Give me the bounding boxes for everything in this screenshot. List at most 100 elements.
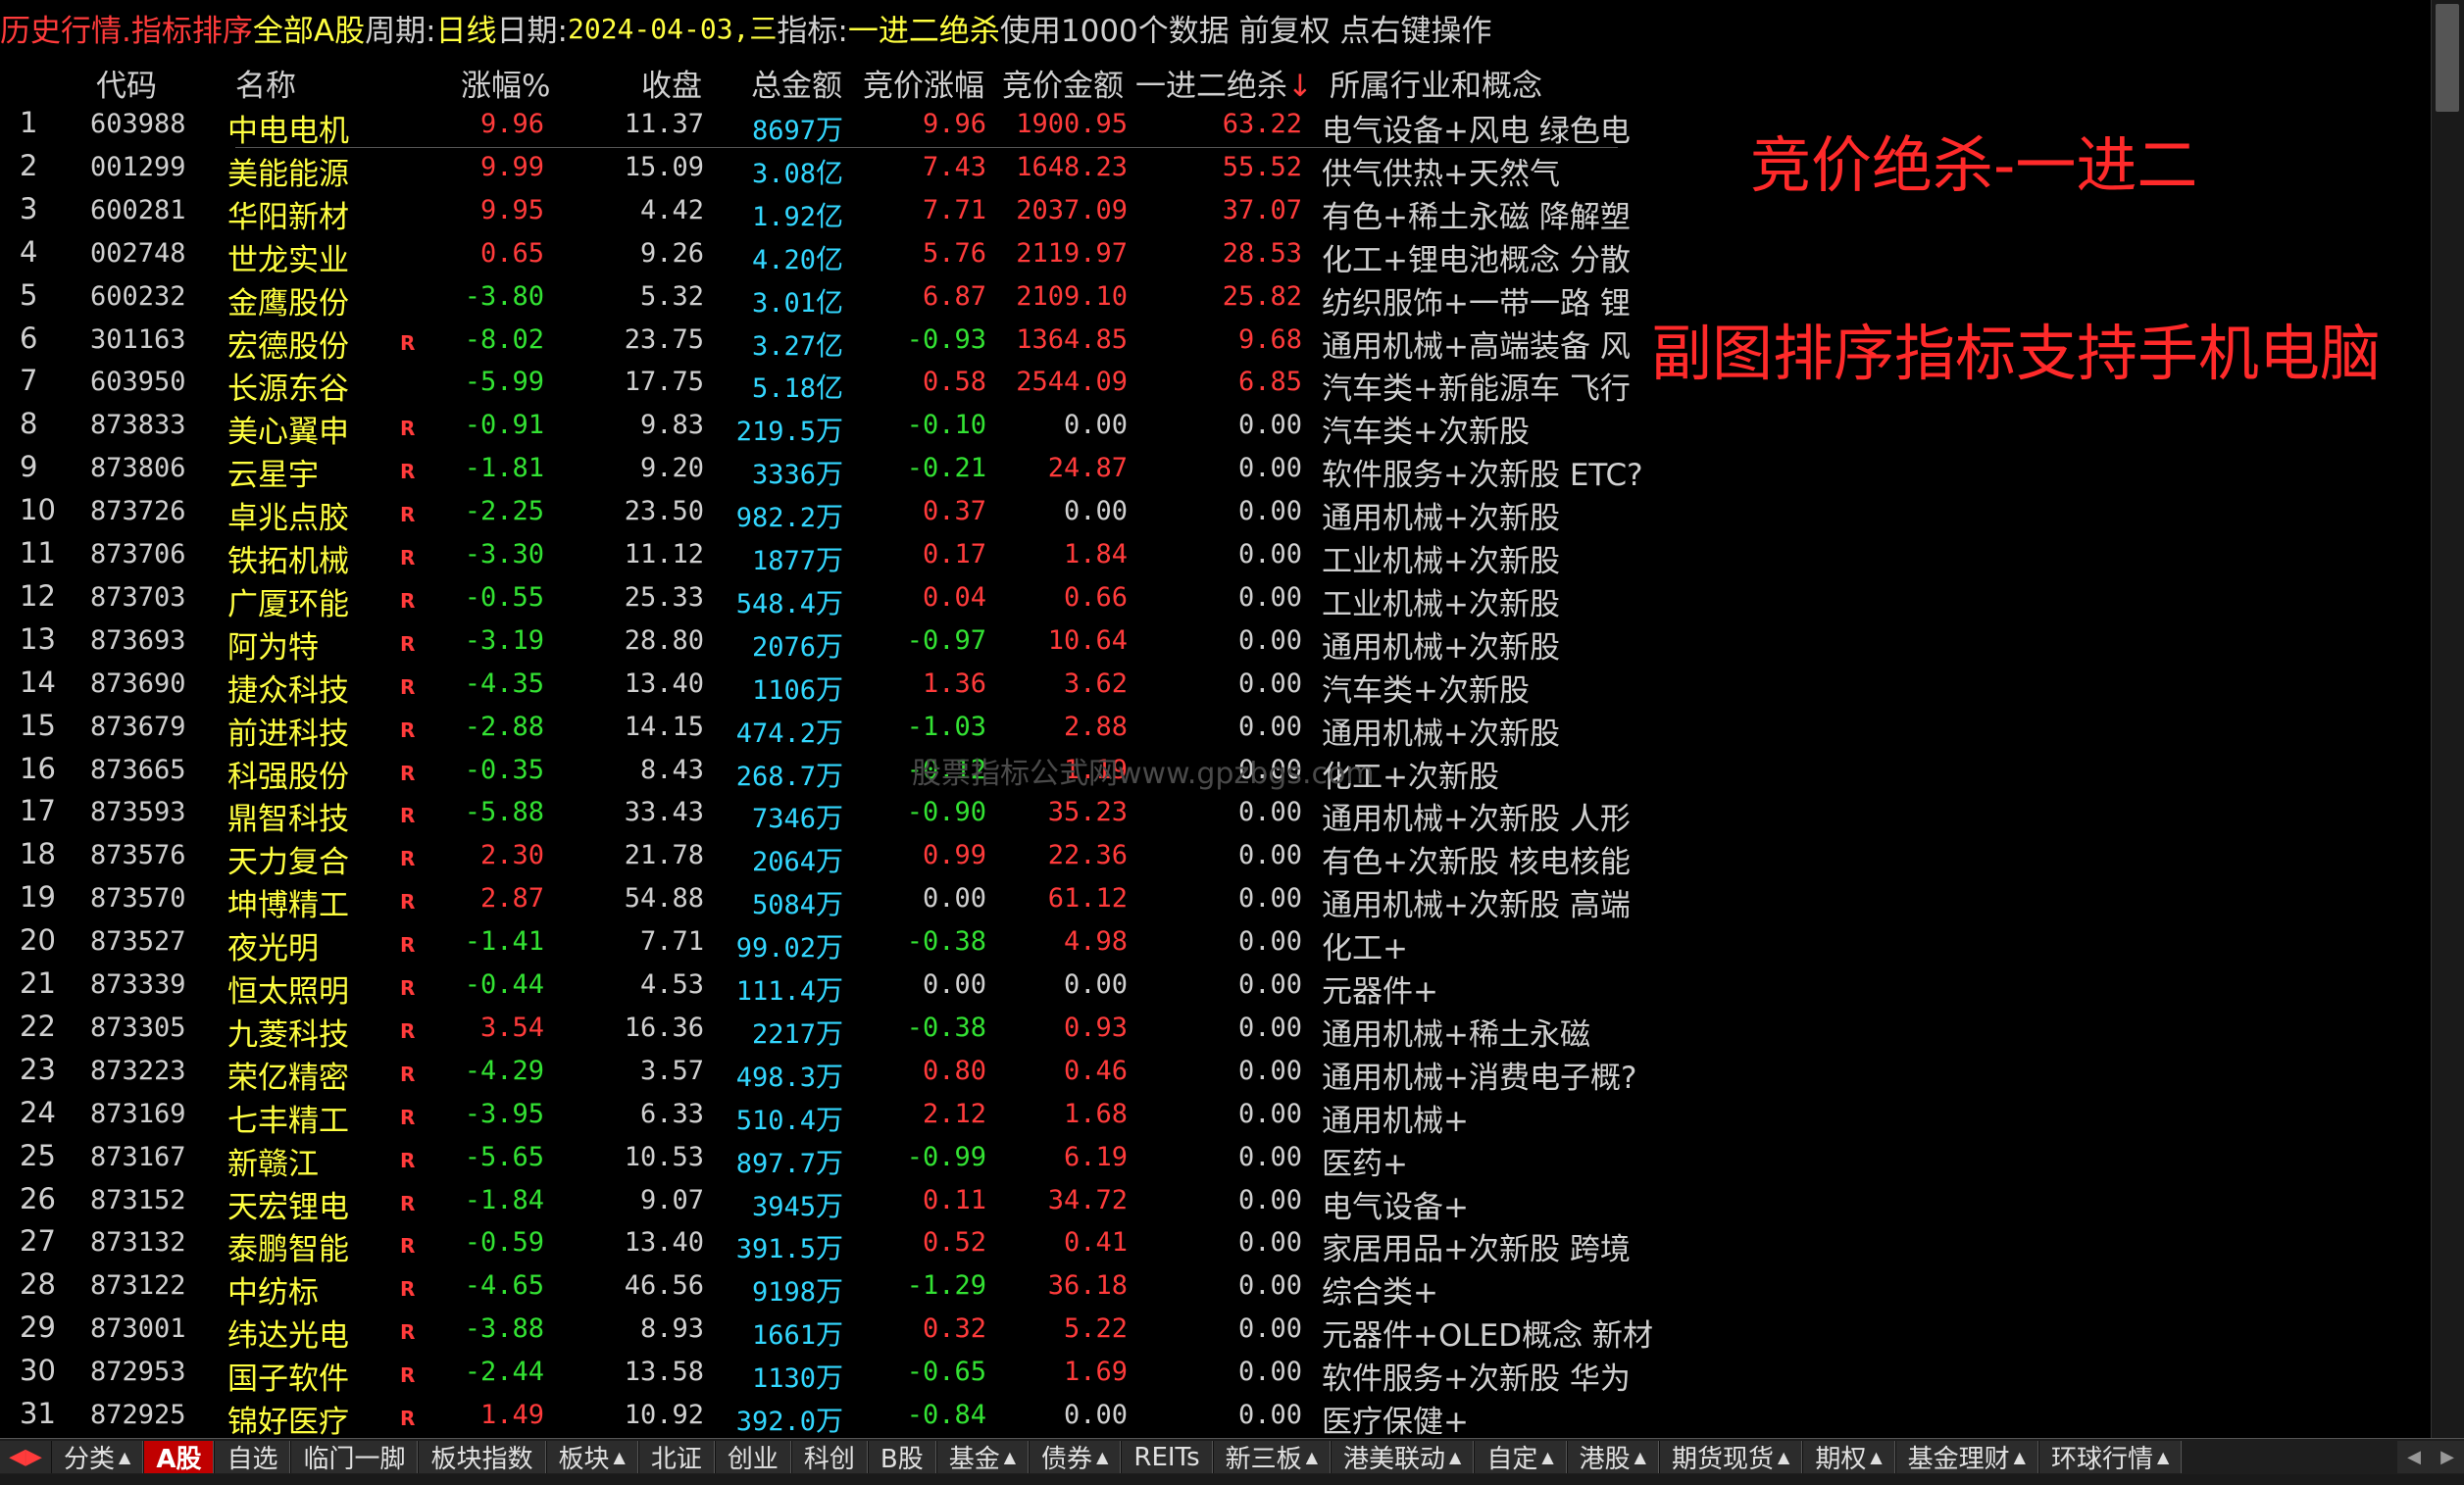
scrollbar-thumb[interactable] [2436,4,2459,112]
industry-concept: 汽车类+次新股 [1322,415,1530,451]
table-row[interactable]: 27 873132 泰鹏智能 R -0.59 13.40 391.5万 0.52 0.41 0.0… [0,1220,1667,1267]
table-row[interactable]: 15 873679 前进科技 R -2.88 14.15 474.2万 -1.03 2.88 0.… [0,705,1667,752]
table-row[interactable]: 28 873122 中纺标 R -4.65 46.56 9198万 -1.29 36.18 0.0… [0,1263,1667,1311]
table-row[interactable]: 23 873223 荣亿精密 R -4.29 3.57 498.3万 0.80 0.46 0.00… [0,1049,1667,1096]
kill-score: 0.00 [1237,581,1302,613]
table-row[interactable]: 4 002748 世龙实业 0.65 9.26 4.20亿 5.76 2119.97 28.53… [0,231,1667,278]
row-index: 4 [20,234,38,269]
table-row[interactable]: 20 873527 夜光明 R -1.41 7.71 99.02万 -0.38 4.98 0.00… [0,919,1667,966]
table-row[interactable]: 13 873693 阿为特 R -3.19 28.80 2076万 -0.97 10.64 0.0… [0,619,1667,666]
tab-menu-arrow-icon: ▲ [1778,1448,1790,1466]
table-row[interactable]: 29 873001 纬达光电 R -3.88 8.93 1661万 0.32 5.22 0.00 元… [0,1307,1667,1354]
table-row[interactable]: 26 873152 天宏锂电 R -1.84 9.07 3945万 0.11 34.72 0.00… [0,1178,1667,1225]
table-row[interactable]: 21 873339 恒太照明 R -0.44 4.53 111.4万 0.00 0.00 0.00… [0,963,1667,1010]
change-pct: 9.96 [479,109,544,139]
date-value[interactable]: 2024-04-03,三 [568,8,777,47]
tab-16[interactable]: 港股 ▲ [1566,1441,1659,1474]
stock-code: 873001 [90,1313,186,1345]
tab-9[interactable]: B股 [867,1441,936,1474]
table-row[interactable]: 9 873806 云星宇 R -1.81 9.20 3336万 -0.21 24.87 0.00 软… [0,446,1667,493]
tab-11[interactable]: 债券 ▲ [1029,1441,1122,1474]
period-value[interactable]: 日线 [436,6,497,50]
tab-4[interactable]: 板块指数 [418,1441,546,1474]
tab-0[interactable]: 分类 ▲ [51,1441,144,1474]
col-header-close[interactable]: 收盘 [641,61,702,105]
market-selector[interactable]: 全部A股 [253,6,365,50]
row-index: 28 [20,1267,56,1302]
tab-scroll-arrows-icon[interactable]: ◀▶ [0,1441,51,1473]
col-header-industry[interactable]: 所属行业和概念 [1330,61,1542,105]
total-amount: 2064万 [706,840,843,879]
row-index: 27 [20,1224,56,1259]
col-header-code[interactable]: 代码 [96,61,157,105]
tab-13[interactable]: 新三板 ▲ [1212,1441,1331,1474]
tab-18[interactable]: 期权 ▲ [1802,1441,1895,1474]
tab-2[interactable]: 自选 [214,1441,291,1474]
table-row[interactable]: 12 873703 广厦环能 R -0.55 25.33 548.4万 0.04 0.66 0.0… [0,575,1667,622]
table-row[interactable]: 11 873706 铁拓机械 R -3.30 11.12 1877万 0.17 1.84 0.00… [0,532,1667,579]
tab-7[interactable]: 创业 [714,1441,791,1474]
tab-1[interactable]: A股 [143,1441,215,1474]
col-header-name[interactable]: 名称 [235,61,296,105]
change-pct: -1.81 [464,453,544,484]
col-header-amount[interactable]: 总金额 [751,61,842,105]
tab-3[interactable]: 临门一脚 [290,1441,419,1474]
kill-score: 0.00 [1237,1400,1302,1430]
close-price: 7.71 [639,926,704,958]
table-row[interactable]: 18 873576 天力复合 R 2.30 21.78 2064万 0.99 22.36 0.00… [0,833,1667,880]
table-row[interactable]: 16 873665 科强股份 R -0.35 8.43 268.7万 -0.12 1.19 0.0… [0,748,1667,795]
indicator-value[interactable]: 一进二绝杀 [848,6,1000,50]
table-row[interactable]: 3 600281 华阳新材 9.95 4.42 1.92亿 7.71 2037.09 37.07… [0,188,1667,235]
change-pct: -0.91 [464,410,544,441]
total-amount-unit: 万 [815,802,843,835]
tab-10[interactable]: 基金 ▲ [935,1441,1030,1474]
table-row[interactable]: 5 600232 金鹰股份 -3.80 5.32 3.01亿 6.87 2109.10 25.8… [0,274,1667,322]
table-row[interactable]: 14 873690 捷众科技 R -4.35 13.40 1106万 1.36 3.62 0.00… [0,662,1667,709]
bid-amount: 24.87 [1047,453,1128,484]
stock-code: 002748 [90,237,186,269]
table-row[interactable]: 10 873726 卓兆点胶 R -2.25 23.50 982.2万 0.37 0.00 0.0… [0,489,1667,536]
industry-concept: 综合类+ [1322,1275,1438,1312]
scroll-left-icon[interactable]: ◀ [2397,1441,2431,1473]
vertical-scrollbar[interactable] [2431,0,2464,1438]
close-price: 10.92 [624,1400,704,1430]
sort-desc-icon: ↓ [1287,69,1313,104]
bid-change-pct: 0.00 [922,883,986,915]
tab-5[interactable]: 板块 ▲ [545,1441,638,1474]
col-header-bid-change[interactable]: 竞价涨幅 [863,61,984,105]
stock-code: 873806 [90,453,186,484]
table-row[interactable]: 25 873167 新赣江 R -5.65 10.53 897.7万 -0.99 6.19 0.0… [0,1135,1667,1182]
tab-menu-arrow-icon: ▲ [1003,1448,1017,1466]
tab-menu-arrow-icon: ▲ [1870,1448,1883,1466]
tab-17[interactable]: 期货现货 ▲ [1658,1441,1803,1474]
table-row[interactable]: 17 873593 鼎智科技 R -5.88 33.43 7346万 -0.90 35.23 0.… [0,790,1667,837]
table-row[interactable]: 24 873169 七丰精工 R -3.95 6.33 510.4万 2.12 1.68 0.00… [0,1092,1667,1139]
scroll-right-icon[interactable]: ▶ [2431,1441,2464,1473]
table-row[interactable]: 7 603950 长源东谷 -5.99 17.75 5.18亿 0.58 2544.09 6.8… [0,360,1667,407]
total-amount: 897.7万 [706,1142,843,1181]
change-pct: -4.35 [464,668,544,699]
tab-8[interactable]: 科创 [790,1441,868,1474]
table-row[interactable]: 6 301163 宏德股份 R -8.02 23.75 3.27亿 -0.93 1364.85 9… [0,318,1667,365]
total-amount-unit: 万 [815,1361,843,1395]
tab-12[interactable]: REITs [1121,1441,1213,1473]
table-row[interactable]: 31 872925 锦好医疗 R 1.49 10.92 392.0万 -0.84 0.00 0.0… [0,1393,1667,1440]
table-row[interactable]: 1 603988 中电电机 9.96 11.37 8697万 9.96 1900.95 63.2… [0,102,1667,149]
total-amount-value: 7346 [751,804,816,835]
tab-20[interactable]: 环球行情 ▲ [2037,1441,2183,1474]
total-amount-unit: 亿 [815,156,843,189]
table-row[interactable]: 8 873833 美心翼申 R -0.91 9.83 219.5万 -0.10 0.00 0.00… [0,403,1667,450]
col-header-kill[interactable]: 一进二绝杀↓ [1135,61,1313,105]
tab-14[interactable]: 港美联动 ▲ [1331,1441,1475,1474]
tab-19[interactable]: 基金理财 ▲ [1894,1441,2038,1474]
col-header-change[interactable]: 涨幅% [461,61,550,105]
table-row[interactable]: 2 001299 美能能源 9.99 15.09 3.08亿 7.43 1648.23 55.5… [0,145,1667,192]
col-header-bid-amount[interactable]: 竞价金额 [1002,61,1124,105]
watermark-text: 股票指标公式网www.gpzbgs.com [912,757,1375,791]
tab-6[interactable]: 北证 [637,1441,715,1474]
row-index: 12 [20,578,56,613]
table-row[interactable]: 19 873570 坤博精工 R 2.87 54.88 5084万 0.00 61.12 0.00… [0,876,1667,923]
table-row[interactable]: 30 872953 国子软件 R -2.44 13.58 1130万 -0.65 1.69 0.0… [0,1350,1667,1397]
tab-15[interactable]: 自定 ▲ [1474,1441,1567,1474]
table-row[interactable]: 22 873305 九菱科技 R 3.54 16.36 2217万 -0.38 0.93 0.00… [0,1006,1667,1053]
